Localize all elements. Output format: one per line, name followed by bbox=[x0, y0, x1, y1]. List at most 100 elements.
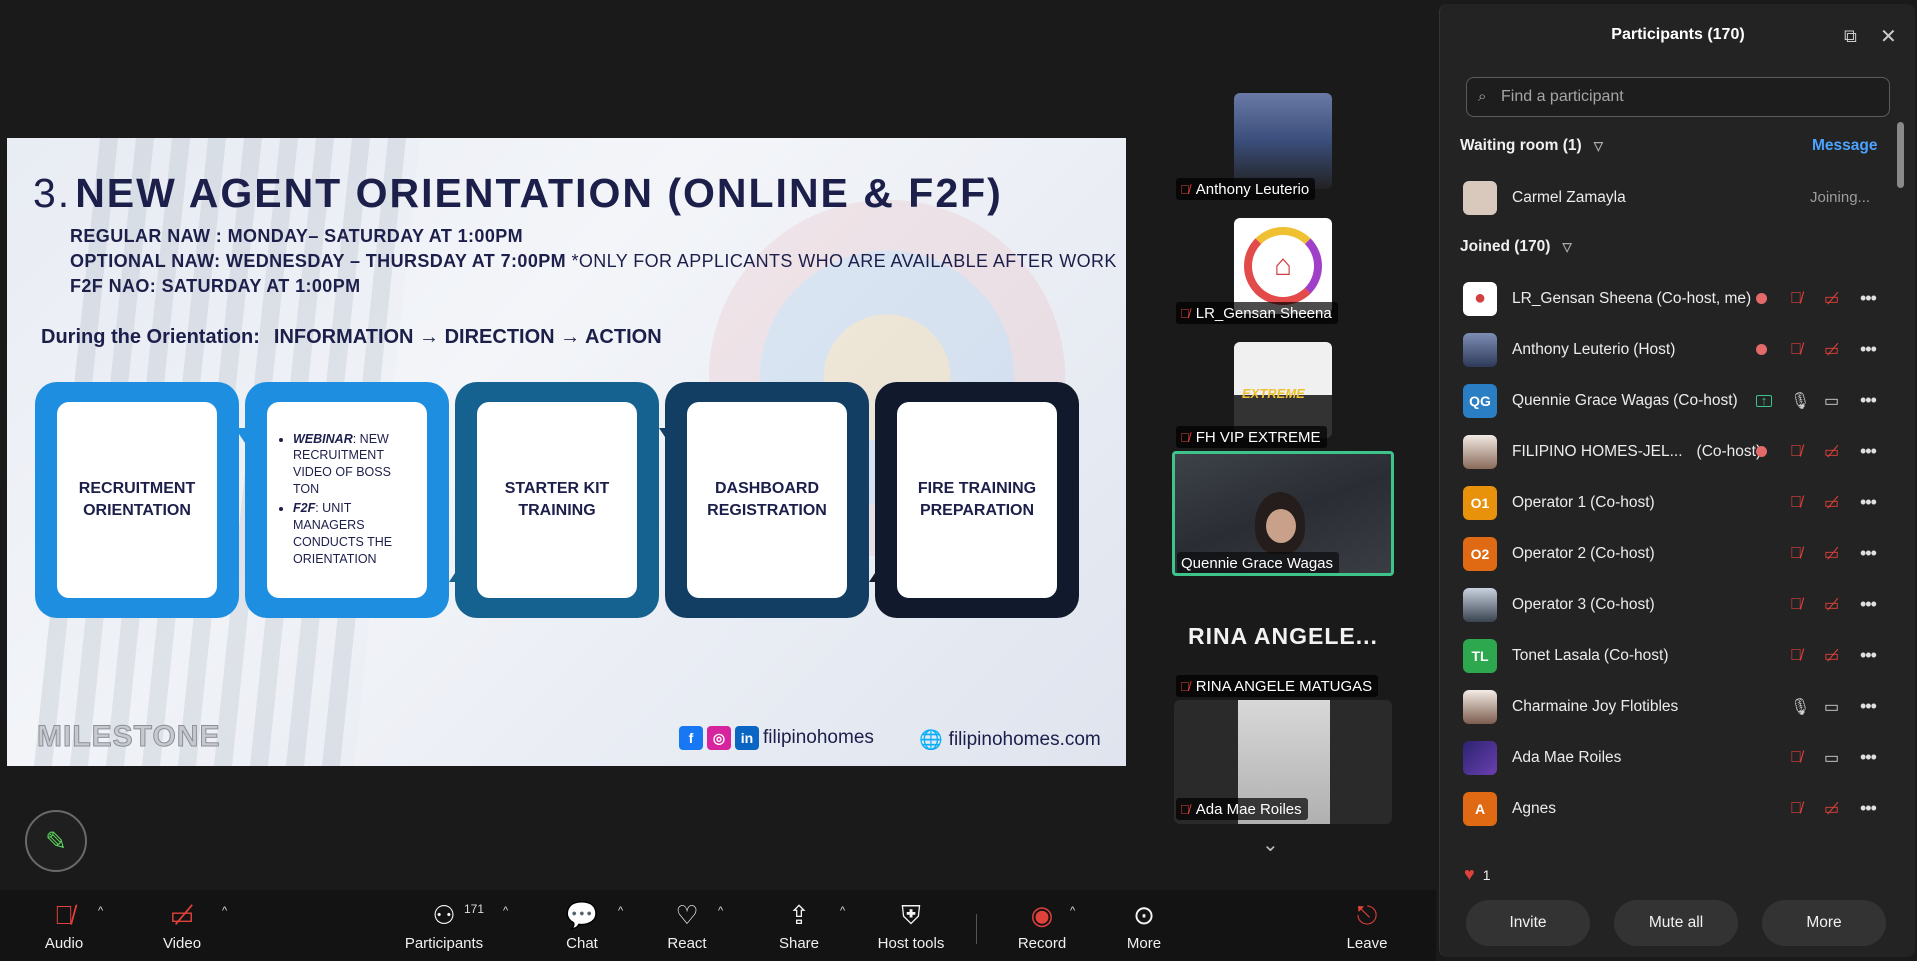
video-icon[interactable]: ▭ bbox=[1824, 697, 1839, 717]
video-icon[interactable]: ▭ bbox=[1824, 391, 1839, 411]
video-off-icon[interactable]: ▭̸ bbox=[1824, 595, 1839, 615]
video-thumb-fh-vip[interactable]: EXTREME bbox=[1234, 342, 1332, 438]
mic-muted-icon[interactable]: 🎙̸ bbox=[1790, 647, 1802, 665]
mic-muted-icon[interactable]: 🎙̸ bbox=[1790, 341, 1802, 359]
participant-row[interactable]: Ada Mae Roiles 🎙̸ ▭ ••• bbox=[1440, 732, 1910, 783]
chevron-down-icon: ▽ bbox=[1593, 139, 1603, 153]
mic-muted-icon: 🎙̸ bbox=[1180, 305, 1190, 321]
video-off-icon[interactable]: ▭̸ bbox=[1824, 493, 1839, 513]
chevron-up-icon[interactable]: ^ bbox=[98, 905, 103, 917]
shield-icon: ⛨ bbox=[901, 900, 921, 930]
leave-button[interactable]: ⎋ Leave bbox=[1344, 900, 1390, 952]
participant-row[interactable]: Charmaine Joy Flotibles 🎙 ▭ ••• bbox=[1440, 681, 1910, 732]
avatar bbox=[1463, 689, 1497, 724]
mic-muted-icon[interactable]: 🎙̸ bbox=[1790, 749, 1802, 767]
mic-muted-icon[interactable]: 🎙̸ bbox=[1790, 290, 1802, 308]
chevron-up-icon[interactable]: ^ bbox=[1070, 905, 1075, 917]
active-speaker-tile[interactable]: Quennie Grace Wagas bbox=[1172, 451, 1394, 576]
chat-button[interactable]: 💬 Chat bbox=[561, 900, 603, 952]
waiting-room-header[interactable]: Waiting room (1) ▽ bbox=[1460, 137, 1603, 155]
mute-all-button[interactable]: Mute all bbox=[1614, 900, 1738, 946]
orientation-flow: During the Orientation: INFORMATION → DIR… bbox=[41, 326, 662, 348]
chevron-down-icon[interactable]: ⌄ bbox=[1262, 832, 1279, 857]
meeting-toolbar: 🎙̸ Audio ^ ▭̸ Video ^ ⚇ 171 Participants… bbox=[0, 890, 1436, 961]
close-icon[interactable]: ✕ bbox=[1880, 24, 1897, 49]
avatar: A bbox=[1463, 791, 1497, 826]
avatar bbox=[1463, 332, 1497, 367]
participant-row[interactable]: FILIPINO HOMES-JEL... (Co-host) 🎙̸ ▭̸ ••• bbox=[1440, 426, 1910, 477]
mic-icon[interactable]: 🎙 bbox=[1790, 391, 1810, 411]
more-options-icon[interactable]: ••• bbox=[1860, 441, 1877, 462]
video-button[interactable]: ▭̸ Video bbox=[154, 900, 210, 952]
host-tools-button[interactable]: ⛨ Host tools bbox=[874, 900, 948, 952]
participant-row[interactable]: TL Tonet Lasala (Co-host) 🎙̸ ▭̸ ••• bbox=[1440, 630, 1910, 681]
more-options-icon[interactable]: ••• bbox=[1860, 492, 1877, 513]
mic-muted-icon[interactable]: 🎙̸ bbox=[1790, 443, 1802, 461]
more-options-icon[interactable]: ••• bbox=[1860, 696, 1877, 717]
video-off-icon[interactable]: ▭̸ bbox=[1824, 799, 1839, 819]
audio-button[interactable]: 🎙̸ Audio bbox=[38, 900, 90, 952]
video-off-icon[interactable]: ▭̸ bbox=[1824, 442, 1839, 462]
globe-icon: 🌐 bbox=[919, 730, 943, 751]
annotate-pencil-button[interactable]: ✎ bbox=[25, 810, 87, 872]
chevron-up-icon[interactable]: ^ bbox=[222, 905, 227, 917]
participant-row[interactable]: QG Quennie Grace Wagas (Co-host) ↑ 🎙 ▭ ••… bbox=[1440, 375, 1910, 426]
step-starter-kit-training: STARTER KIT TRAINING bbox=[477, 402, 637, 598]
more-options-icon[interactable]: ••• bbox=[1860, 798, 1877, 819]
participant-row[interactable]: A Agnes 🎙̸ ▭̸ ••• bbox=[1440, 783, 1910, 834]
panel-more-button[interactable]: More bbox=[1762, 900, 1886, 946]
participant-row[interactable]: O1 Operator 1 (Co-host) 🎙̸ ▭̸ ••• bbox=[1440, 477, 1910, 528]
chevron-up-icon[interactable]: ^ bbox=[503, 905, 508, 917]
tile-name: Quennie Grace Wagas bbox=[1177, 552, 1340, 573]
more-button[interactable]: ⊙ More bbox=[1122, 900, 1166, 952]
popout-icon[interactable]: ⧉ bbox=[1844, 26, 1857, 47]
participant-row[interactable]: Anthony Leuterio (Host) 🎙̸ ▭̸ ••• bbox=[1440, 324, 1910, 375]
share-button[interactable]: ⇪ Share bbox=[776, 900, 822, 952]
tile-name: 🎙̸ FH VIP EXTREME bbox=[1176, 426, 1327, 448]
rina-name-tile[interactable]: RINA ANGELE... bbox=[1174, 623, 1392, 650]
chevron-up-icon[interactable]: ^ bbox=[618, 905, 623, 917]
record-button[interactable]: ◉ Record bbox=[1014, 900, 1070, 952]
chevron-up-icon[interactable]: ^ bbox=[718, 905, 723, 917]
more-options-icon[interactable]: ••• bbox=[1860, 339, 1877, 360]
mic-muted-icon: 🎙̸ bbox=[1180, 801, 1190, 817]
pencil-icon: ✎ bbox=[45, 825, 67, 856]
joined-header[interactable]: Joined (170) ▽ bbox=[1460, 238, 1572, 256]
more-options-icon[interactable]: ••• bbox=[1860, 390, 1877, 411]
participants-button[interactable]: ⚇ 171 Participants bbox=[400, 900, 488, 952]
video-off-icon[interactable]: ▭̸ bbox=[1824, 544, 1839, 564]
screen-share-icon: ↑ bbox=[1756, 394, 1772, 407]
video-thumb-gensan[interactable]: ⌂ bbox=[1234, 218, 1332, 314]
video-thumb-anthony[interactable] bbox=[1234, 93, 1332, 189]
chevron-up-icon[interactable]: ^ bbox=[840, 905, 845, 917]
react-button[interactable]: ♡ React bbox=[665, 900, 709, 952]
mic-icon[interactable]: 🎙 bbox=[1790, 697, 1810, 717]
video-off-icon: ▭̸ bbox=[169, 900, 195, 930]
participant-row[interactable]: Operator 3 (Co-host) 🎙̸ ▭̸ ••• bbox=[1440, 579, 1910, 630]
record-icon: ◉ bbox=[1030, 900, 1054, 930]
more-options-icon[interactable]: ••• bbox=[1860, 645, 1877, 666]
video-off-icon[interactable]: ▭̸ bbox=[1824, 289, 1839, 309]
video-icon[interactable]: ▭ bbox=[1824, 748, 1839, 768]
message-button[interactable]: Message bbox=[1812, 137, 1877, 155]
more-options-icon[interactable]: ••• bbox=[1860, 747, 1877, 768]
participant-row[interactable]: O2 Operator 2 (Co-host) 🎙̸ ▭̸ ••• bbox=[1440, 528, 1910, 579]
participant-row[interactable]: ● LR_Gensan Sheena (Co-host, me) 🎙̸ ▭̸ ••… bbox=[1440, 273, 1910, 324]
mic-muted-icon: 🎙̸ bbox=[1180, 429, 1190, 445]
video-off-icon[interactable]: ▭̸ bbox=[1824, 646, 1839, 666]
more-options-icon[interactable]: ••• bbox=[1860, 288, 1877, 309]
waiting-participant-row[interactable]: Carmel Zamayla Joining... bbox=[1440, 172, 1910, 223]
invite-button[interactable]: Invite bbox=[1466, 900, 1590, 946]
more-options-icon[interactable]: ••• bbox=[1860, 594, 1877, 615]
scrollbar-thumb[interactable] bbox=[1897, 122, 1904, 188]
mic-muted-icon[interactable]: 🎙̸ bbox=[1790, 596, 1802, 614]
mic-muted-icon[interactable]: 🎙̸ bbox=[1790, 545, 1802, 563]
video-off-icon[interactable]: ▭̸ bbox=[1824, 340, 1839, 360]
mic-muted-icon[interactable]: 🎙̸ bbox=[1790, 494, 1802, 512]
more-options-icon[interactable]: ••• bbox=[1860, 543, 1877, 564]
mic-muted-icon[interactable]: 🎙̸ bbox=[1790, 800, 1802, 818]
search-input[interactable] bbox=[1466, 77, 1890, 117]
chevron-down-icon: ▽ bbox=[1562, 240, 1572, 254]
tile-name: 🎙̸ Ada Mae Roiles bbox=[1176, 798, 1308, 820]
leave-door-icon: ⎋ bbox=[1356, 900, 1378, 930]
